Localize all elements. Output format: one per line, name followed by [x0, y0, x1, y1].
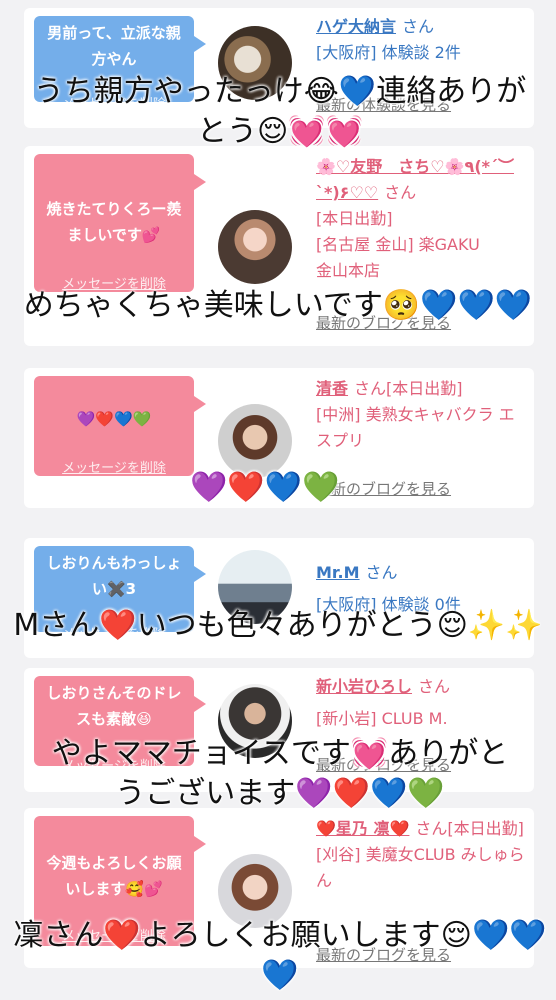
user-info: 🌸♡友野 さち♡🌸٩(*´︶`*)۶♡♡ さん [本日出勤] [名古屋 金山] 楽…	[316, 154, 526, 284]
honorific: さん[本日出勤]	[415, 819, 524, 838]
message-text: しおりさんそのドレスも素敵😆	[46, 684, 182, 728]
user-name-link[interactable]: 新小岩ひろし	[316, 677, 412, 696]
user-name-link[interactable]: ❤️星乃 凛❤️	[316, 819, 409, 838]
message-text: 焼きたてりくろー羨ましいです💕	[46, 200, 182, 244]
overlay-caption: Mさん❤️いつも色々ありがとう😌✨✨	[13, 608, 543, 643]
user-info: 清香 さん[本日出勤] [中洲] 美熟女キャバクラ エスプリ	[316, 376, 526, 454]
user-name-link[interactable]: Mr.M	[316, 563, 360, 582]
honorific: さん	[418, 677, 451, 696]
overlay-caption: うち親方やったっけ😂💙連絡ありがとう😌💓💓	[33, 74, 527, 149]
user-info: ❤️星乃 凛❤️ さん[本日出勤] [刈谷] 美魔女CLUB みしゅらん	[316, 816, 526, 894]
overlay-caption: 💜❤️💙💚	[190, 470, 340, 505]
user-detail: [名古屋 金山] 楽GAKU	[316, 235, 480, 254]
honorific: さん	[365, 563, 398, 582]
honorific: さん	[402, 17, 435, 36]
user-detail: [中洲] 美熟女キャバクラ エスプリ	[316, 405, 515, 450]
message-bubble: 💜❤️💙💚 メッセージを削除	[34, 376, 206, 476]
message-bubble: 焼きたてりくろー羨ましいです💕 メッセージを削除	[34, 154, 206, 292]
message-text: 今週もよろしくお願いします🥰💕	[46, 854, 182, 898]
user-detail: [本日出勤]	[316, 209, 393, 228]
honorific: さん[本日出勤]	[354, 379, 463, 398]
message-text: 💜❤️💙💚	[76, 410, 152, 428]
overlay-caption: やよママチョイスです💓ありがとうございます💜❤️💙💚	[51, 736, 509, 811]
message-text: 男前って、立派な親方やん	[47, 24, 181, 68]
user-detail: [刈谷] 美魔女CLUB みしゅらん	[316, 845, 525, 890]
user-detail: [新小岩] CLUB M.	[316, 709, 448, 728]
user-name-link[interactable]: 清香	[316, 379, 348, 398]
user-detail: 金山本店	[316, 261, 381, 280]
avatar[interactable]	[218, 210, 292, 284]
delete-message-link[interactable]: メッセージを削除	[34, 456, 194, 482]
honorific: さん	[384, 183, 417, 202]
overlay-caption: 凜さん❤️よろしくお願いします😌💙💙💙	[13, 918, 547, 993]
message-text: しおりんもわっしょい✖️3	[46, 554, 182, 598]
user-name-link[interactable]: ハゲ大納言	[316, 17, 396, 36]
user-info: ハゲ大納言 さん [大阪府] 体験談 2件	[316, 14, 526, 66]
overlay-caption: めちゃくちゃ美味しいです🥺💙💙💙	[23, 288, 533, 323]
user-info: 新小岩ひろし さん [新小岩] CLUB M.	[316, 674, 526, 732]
user-detail: [大阪府] 体験談 2件	[316, 43, 461, 62]
avatar[interactable]	[218, 404, 292, 478]
